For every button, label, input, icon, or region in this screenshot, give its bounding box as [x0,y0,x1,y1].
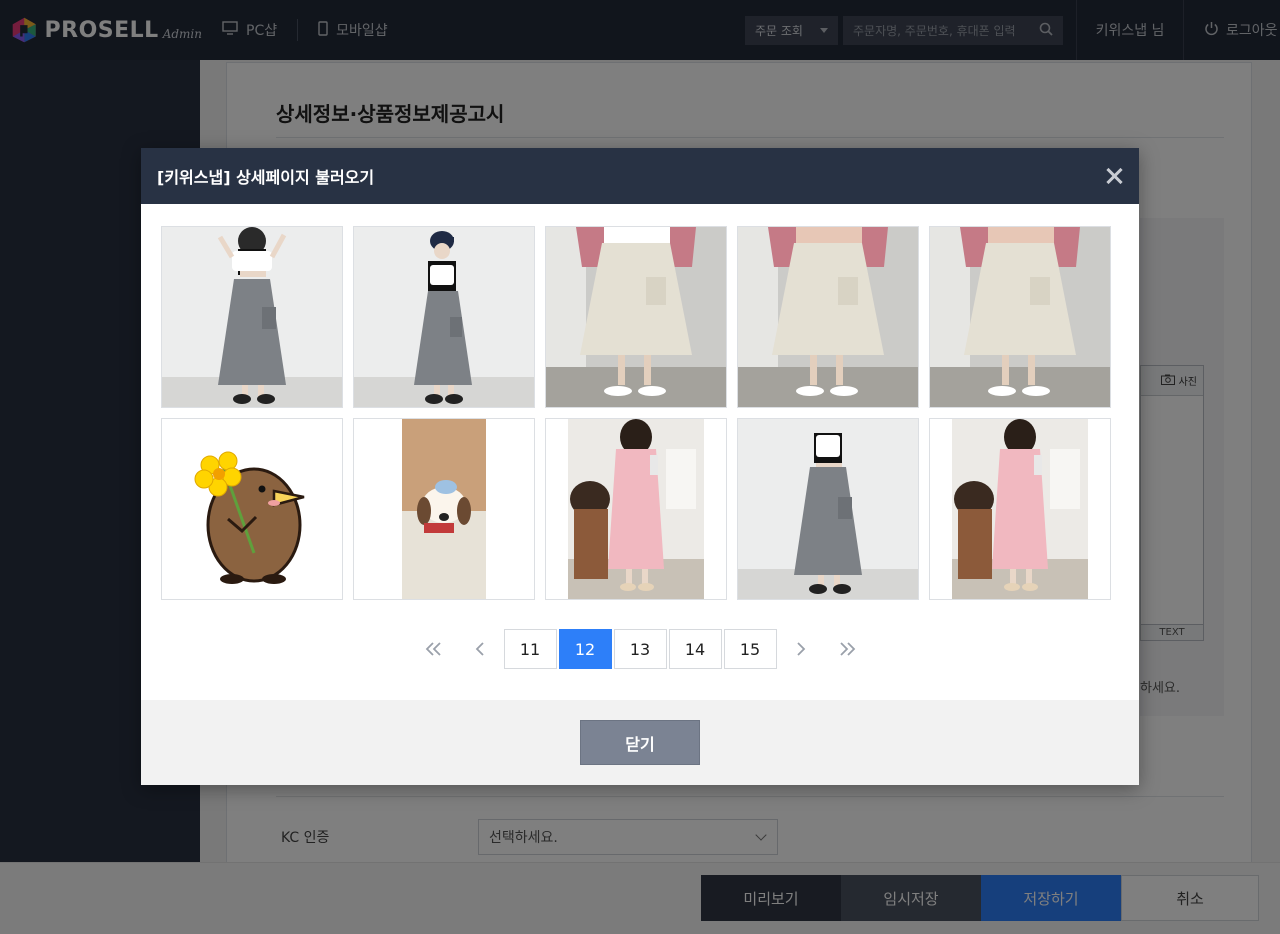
page-button-12[interactable]: 12 [558,629,612,669]
prev-page-icon[interactable] [457,629,503,669]
thumbnail-item[interactable] [353,226,535,408]
gray-skirt-model-image [738,419,918,599]
last-page-icon[interactable] [824,629,870,669]
thumbnail-item[interactable] [929,418,1111,600]
pagination: 11 12 13 14 15 [141,629,1139,669]
thumbnail-item[interactable] [737,418,919,600]
thumbnail-grid [161,226,1111,600]
thumbnail-item[interactable] [161,418,343,600]
modal-title: [키위스냅] 상세페이지 불러오기 [157,168,375,187]
pink-dress-model-image [930,419,1110,599]
thumbnail-item[interactable] [161,226,343,408]
load-detail-page-modal: [키위스냅] 상세페이지 불러오기 11 12 13 14 15 닫기 [141,148,1139,785]
beige-skirt-image [546,227,726,407]
gray-skirt-model-cap-image [354,227,534,407]
kiwi-bird-illustration [162,419,342,599]
close-button[interactable]: 닫기 [580,720,700,765]
close-icon[interactable] [1105,167,1123,185]
page-button-11[interactable]: 11 [503,629,557,669]
page-button-15[interactable]: 15 [723,629,777,669]
pink-dress-model-image [546,419,726,599]
thumbnail-item[interactable] [353,418,535,600]
thumbnail-item[interactable] [929,226,1111,408]
next-page-icon[interactable] [778,629,824,669]
page-button-14[interactable]: 14 [668,629,722,669]
beige-skirt-image [930,227,1110,407]
gray-skirt-model-image [162,227,342,407]
modal-header: [키위스냅] 상세페이지 불러오기 [141,148,1139,204]
first-page-icon[interactable] [411,629,457,669]
thumbnail-item[interactable] [737,226,919,408]
beige-skirt-image [738,227,918,407]
page-button-13[interactable]: 13 [613,629,667,669]
dog-plush-bag-image [354,419,534,599]
modal-footer: 닫기 [141,700,1139,785]
thumbnail-item[interactable] [545,418,727,600]
thumbnail-item[interactable] [545,226,727,408]
